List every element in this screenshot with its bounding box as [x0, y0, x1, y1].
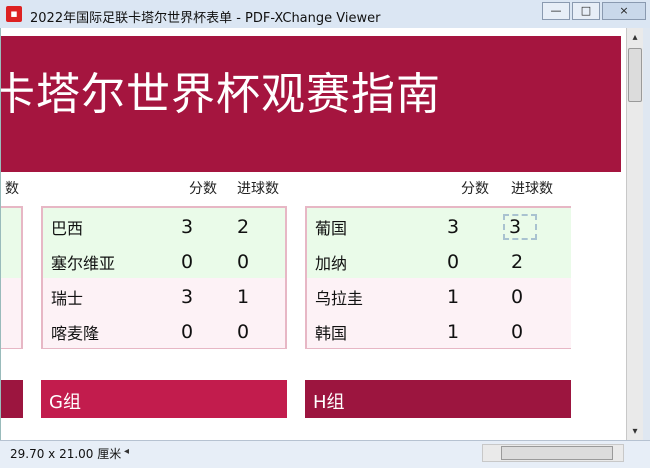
- page-size-label: 29.70 x 21.00 厘米: [10, 447, 122, 461]
- horizontal-scrollbar[interactable]: [482, 444, 624, 462]
- goals-value: 2: [511, 251, 524, 273]
- document-viewport[interactable]: 卡塔尔世界杯观赛指南 数 分数 进球数 巴西 3 2 塞尔维亚 0 0 瑞士 3…: [0, 28, 627, 440]
- group-label: G组: [49, 392, 81, 413]
- window-title: 2022年国际足联卡塔尔世界杯表单 - PDF-XChange Viewer: [30, 11, 381, 26]
- goals-value: 0: [237, 251, 250, 273]
- scroll-up-icon[interactable]: ▴: [628, 30, 642, 46]
- goals-value: 1: [237, 286, 250, 308]
- points-value: 0: [447, 251, 460, 273]
- table-row: 韩国 1 0: [307, 313, 571, 348]
- maximize-button[interactable]: □: [572, 2, 600, 20]
- app-window: ▪ 2022年国际足联卡塔尔世界杯表单 - PDF-XChange Viewer…: [0, 0, 650, 468]
- banner-title: 卡塔尔世界杯观赛指南: [0, 69, 441, 120]
- banner: 卡塔尔世界杯观赛指南: [1, 36, 621, 172]
- scroll-down-icon[interactable]: ▾: [628, 424, 642, 440]
- table-row: 喀麦隆 0 0: [43, 313, 285, 348]
- points-value: 3: [181, 216, 194, 238]
- table-row: 瑞士 3 1: [43, 278, 285, 313]
- team-name: 瑞士: [51, 289, 84, 308]
- table-row: 塞尔维亚 0 0: [43, 243, 285, 278]
- team-name: 韩国: [315, 324, 348, 343]
- team-name: 喀麦隆: [51, 324, 100, 343]
- horizontal-scroll-thumb[interactable]: [501, 446, 613, 460]
- pdf-page: 卡塔尔世界杯观赛指南 数 分数 进球数 巴西 3 2 塞尔维亚 0 0 瑞士 3…: [1, 28, 627, 440]
- right-header-points: 分数: [461, 181, 489, 197]
- pdf-icon: ▪: [6, 6, 22, 22]
- goals-value: 0: [237, 321, 250, 343]
- right-header-goals: 进球数: [511, 181, 553, 197]
- table-row: 葡国 3 3: [307, 208, 571, 243]
- points-value: 3: [447, 216, 460, 238]
- team-name: 乌拉圭: [315, 289, 364, 308]
- goals-value: 2: [237, 216, 250, 238]
- goals-value: 0: [511, 321, 524, 343]
- left-table-header-points: 数: [5, 181, 19, 197]
- points-value: 1: [447, 321, 460, 343]
- group-header-f: [1, 380, 23, 418]
- team-name: 葡国: [315, 219, 348, 238]
- vertical-scrollbar[interactable]: ▴ ▾: [626, 28, 643, 440]
- team-name: 加纳: [315, 254, 348, 273]
- middle-header-points: 分数: [189, 181, 217, 197]
- minimize-button[interactable]: —: [542, 2, 570, 20]
- table-row: [1, 208, 21, 243]
- group-header-g: G组: [41, 380, 287, 418]
- points-value: 0: [181, 321, 194, 343]
- right-table: 葡国 3 3 加纳 0 2 乌拉圭 1 0 韩国 1 0: [305, 206, 571, 349]
- table-row: [1, 278, 21, 313]
- left-table: [1, 206, 23, 349]
- vertical-scroll-thumb[interactable]: [628, 48, 642, 102]
- group-label: H组: [313, 392, 345, 413]
- goals-input-field[interactable]: 3: [503, 214, 538, 240]
- points-value: 3: [181, 286, 194, 308]
- page-size-dropdown-icon[interactable]: ◂: [124, 446, 129, 457]
- middle-table: 巴西 3 2 塞尔维亚 0 0 瑞士 3 1 喀麦隆 0 0: [41, 206, 287, 349]
- table-row: 加纳 0 2: [307, 243, 571, 278]
- points-value: 1: [447, 286, 460, 308]
- title-bar: ▪ 2022年国际足联卡塔尔世界杯表单 - PDF-XChange Viewer…: [0, 0, 650, 28]
- close-button[interactable]: ×: [602, 2, 646, 20]
- table-row: 巴西 3 2: [43, 208, 285, 243]
- group-header-h: H组: [305, 380, 571, 418]
- middle-header-goals: 进球数: [237, 181, 279, 197]
- table-row: [1, 243, 21, 278]
- table-row: 乌拉圭 1 0: [307, 278, 571, 313]
- points-value: 0: [181, 251, 194, 273]
- window-controls: — □ ×: [540, 2, 646, 20]
- team-name: 塞尔维亚: [51, 254, 116, 273]
- table-row: [1, 313, 21, 348]
- team-name: 巴西: [51, 219, 84, 238]
- goals-value: 0: [511, 286, 524, 308]
